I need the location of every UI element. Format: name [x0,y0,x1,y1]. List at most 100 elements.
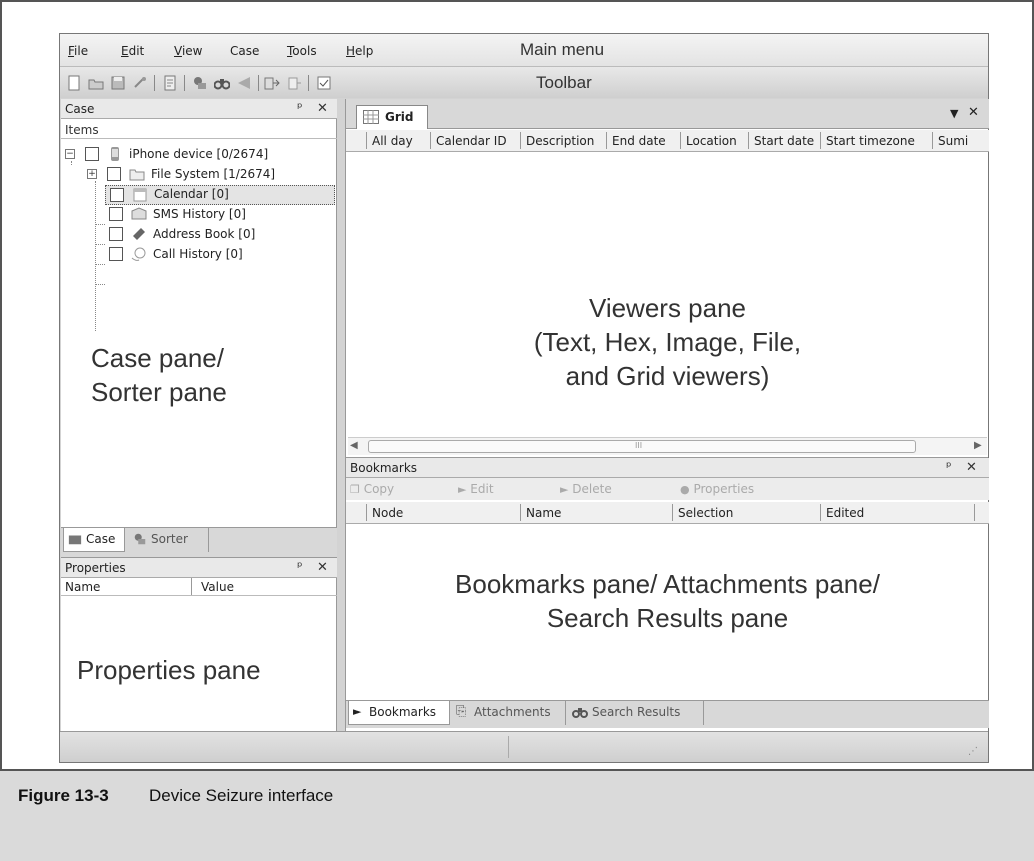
open-icon[interactable] [88,75,104,91]
menu-view-label: iew [181,44,203,58]
checklist-icon[interactable] [316,75,332,91]
folder-icon [129,169,145,181]
tree-item-label: Address Book [0] [153,227,256,241]
bookmarks-pane-title: Bookmarks [350,461,418,475]
toolbar-separator [184,75,185,91]
tab-bookmarks[interactable]: ► Bookmarks [348,701,450,725]
pin-icon[interactable]: ᵖ [297,101,303,116]
pin-icon[interactable]: ᵖ [297,560,303,575]
new-icon[interactable] [66,75,82,91]
close-icon[interactable]: ✕ [966,460,977,475]
tree-item-file-system[interactable]: + File System [1/2674] [87,165,335,185]
dropdown-icon[interactable]: ▼ [950,107,958,120]
tree-line [95,224,105,225]
grid-icon [363,110,379,124]
case-icon [68,535,82,545]
checkbox[interactable] [110,188,124,202]
properties-pane: Properties ᵖ ✕ Name Value Properties pan… [61,557,337,747]
column-start-timezone[interactable]: Start timezone [826,134,915,148]
menu-file[interactable]: File [68,44,88,58]
status-divider [508,736,509,758]
checkbox[interactable] [109,207,123,221]
column-description[interactable]: Description [526,134,594,148]
checkbox[interactable] [109,247,123,261]
menu-case[interactable]: Case [230,44,259,58]
pin-icon[interactable]: ᵖ [946,460,952,475]
scrollbar-grip: III [635,441,643,450]
properties-button[interactable]: ● Properties [680,482,754,496]
tree-item-sms-history[interactable]: SMS History [0] [105,205,335,225]
tree-item-calendar[interactable]: Calendar [0] [105,185,335,205]
refresh-icon[interactable] [132,75,148,91]
column-name[interactable]: Name [65,580,100,594]
phone-icon [111,147,119,161]
export-icon[interactable] [264,75,280,91]
checkbox[interactable] [109,227,123,241]
menu-edit-mnemonic: E [121,44,129,58]
close-icon[interactable]: ✕ [968,105,979,120]
tree-item-call-history[interactable]: Call History [0] [105,245,335,265]
tab-sorter[interactable]: Sorter [129,528,209,552]
tree-item-iphone[interactable]: − iPhone device [0/2674] [65,145,335,165]
menu-help-mnemonic: H [346,44,356,58]
column-summary[interactable]: Sumi [938,134,968,148]
tab-attachments[interactable]: ⎘ Attachments [452,701,566,725]
properties-header: Name Value [61,578,337,596]
menu-view-mnemonic: V [174,44,182,58]
copy-icon: ❐ [350,483,360,496]
scroll-right-icon[interactable]: ▶ [974,440,982,451]
case-sorter-tabs: Case Sorter [61,527,337,557]
tree-item-address-book[interactable]: Address Book [0] [105,225,335,245]
acquire-icon[interactable] [192,75,208,91]
import-icon[interactable] [286,75,302,91]
tree-line [95,264,105,265]
scroll-left-icon[interactable]: ◀ [350,440,358,451]
column-node[interactable]: Node [372,506,403,520]
save-icon[interactable] [110,75,126,91]
menu-case-label: Case [230,44,260,58]
collapse-icon[interactable]: − [65,149,75,159]
call-history-icon [131,247,146,261]
viewers-pane-annotation: Viewers pane (Text, Hex, Image, File, an… [346,292,989,393]
column-value[interactable]: Value [201,580,234,594]
tab-case-label: Case [86,532,116,546]
column-name[interactable]: Name [526,506,561,520]
close-icon[interactable]: ✕ [317,560,328,575]
tree-item-label: iPhone device [0/2674] [129,147,269,161]
address-book-icon [133,228,145,240]
calendar-icon [133,188,147,202]
column-start-date[interactable]: Start date [754,134,814,148]
bookmarks-toolbar: ❐ Copy ► Edit ► Delete ● Properties [346,478,989,500]
column-edited[interactable]: Edited [826,506,864,520]
expand-icon[interactable]: + [87,169,97,179]
menu-tools[interactable]: Tools [287,44,317,58]
copy-button[interactable]: ❐ Copy [350,482,394,496]
column-separator [366,132,367,149]
column-calendar-id[interactable]: Calendar ID [436,134,507,148]
column-location[interactable]: Location [686,134,737,148]
checkbox[interactable] [85,147,99,161]
column-all-day[interactable]: All day [372,134,413,148]
delete-button[interactable]: ► Delete [560,482,612,496]
viewer-tab-bar: Grid ▼ ✕ [346,99,989,129]
column-end-date[interactable]: End date [612,134,666,148]
menu-edit[interactable]: Edit [121,44,144,58]
tab-grid[interactable]: Grid [356,105,428,129]
properties-button-label: Properties [693,482,755,496]
column-selection[interactable]: Selection [678,506,733,520]
menu-help[interactable]: Help [346,44,373,58]
horizontal-scrollbar[interactable]: ◀ III ▶ [348,437,987,455]
tab-case[interactable]: Case [63,528,125,552]
bookmark-icon[interactable] [236,75,252,91]
search-icon[interactable] [214,75,230,91]
close-icon[interactable]: ✕ [317,101,328,116]
viewers-pane-annotation-line1: Viewers pane [588,293,747,323]
scrollbar-thumb[interactable]: III [368,440,916,453]
resize-grip-icon[interactable]: ⋰ [968,746,978,757]
edit-button[interactable]: ► Edit [458,482,494,496]
report-icon[interactable] [162,75,178,91]
tab-search-results[interactable]: Search Results [568,701,704,725]
properties-icon: ● [680,483,690,496]
menu-view[interactable]: View [174,44,202,58]
checkbox[interactable] [107,167,121,181]
